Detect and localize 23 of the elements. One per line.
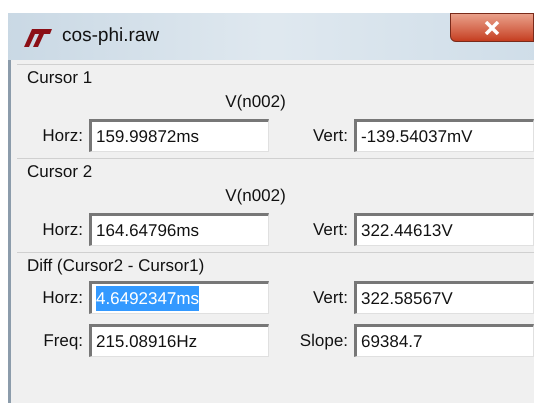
- value-field[interactable]: -139.54037mV: [354, 119, 534, 152]
- close-button[interactable]: [450, 13, 534, 42]
- group-title: Cursor 2: [26, 161, 94, 183]
- trace-name: V(n002): [224, 91, 287, 113]
- close-icon: [484, 20, 500, 34]
- value-field[interactable]: 164.64796ms: [89, 213, 269, 246]
- field-label: Freq:: [42, 330, 84, 352]
- field-label: Horz:: [41, 124, 84, 147]
- field-label: Horz:: [41, 218, 84, 241]
- value-field[interactable]: 322.58567V: [354, 281, 534, 314]
- value-field[interactable]: 215.08916Hz: [89, 324, 269, 357]
- value-field[interactable]: 322.44613V: [354, 213, 534, 246]
- value-field[interactable]: 159.99872ms: [89, 119, 269, 152]
- field-label: Vert:: [312, 124, 349, 147]
- field-label: Vert:: [312, 286, 349, 309]
- field-label: Slope:: [298, 330, 349, 352]
- field-label: Vert:: [312, 218, 349, 241]
- trace-name: V(n002): [224, 185, 287, 207]
- group-title: Cursor 1: [26, 67, 94, 89]
- window-title: cos-phi.raw: [62, 24, 160, 48]
- value-field[interactable]: 69384.7: [354, 324, 534, 357]
- group-title: Diff (Cursor2 - Cursor1): [26, 255, 206, 277]
- field-label: Horz:: [41, 286, 84, 309]
